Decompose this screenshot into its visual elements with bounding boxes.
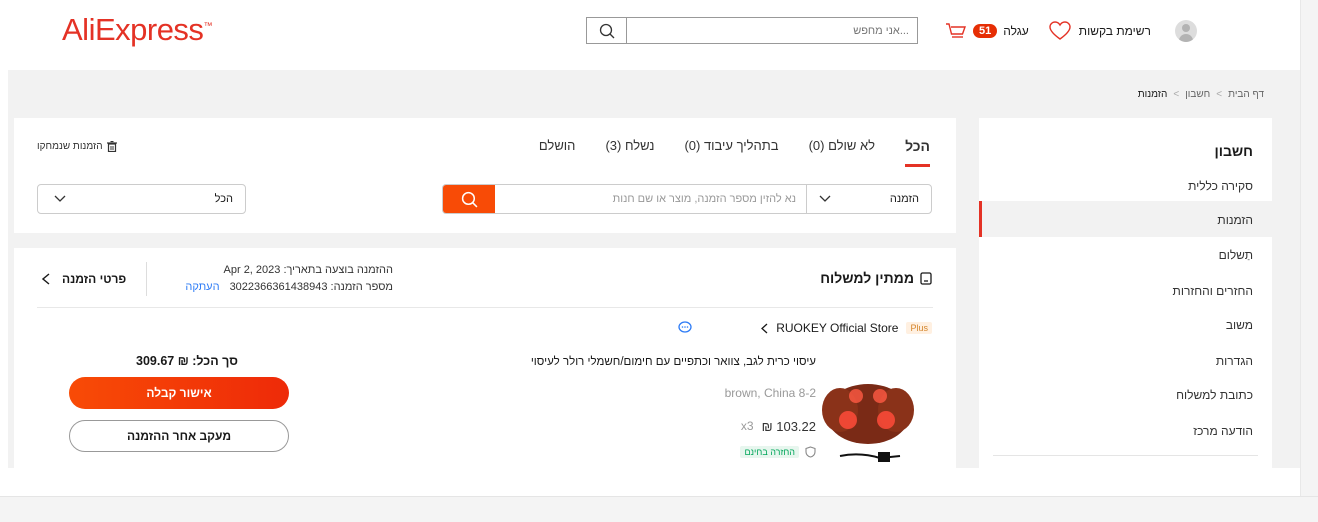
vertical-scrollbar[interactable] <box>1300 0 1318 496</box>
order-search-input[interactable]: נא להזין מספר הזמנה, מוצר או שם חנות <box>495 185 806 213</box>
tab-shipped[interactable]: נשלח (3) <box>605 138 654 154</box>
breadcrumb-separator: > <box>1173 89 1180 100</box>
product-price-row: 103.22 ₪ x3 <box>741 419 816 434</box>
sidebar-item-feedback[interactable]: משוב <box>1226 318 1253 332</box>
top-header: AliExpress™ 51 עגלה רשימת בקשות <box>0 0 1300 70</box>
search-input[interactable] <box>627 18 917 43</box>
sidebar-item-message-center[interactable]: הודעה מרכז <box>1193 424 1253 438</box>
chat-with-store[interactable] <box>678 321 692 337</box>
wishlist-link[interactable]: רשימת בקשות <box>1049 21 1151 41</box>
plus-badge: Plus <box>906 322 932 334</box>
breadcrumb: דף הבית > חשבון > הזמנות <box>1138 89 1264 100</box>
chevron-left-icon <box>42 273 50 285</box>
page: AliExpress™ 51 עגלה רשימת בקשות דף הבית … <box>0 0 1300 522</box>
store-link[interactable]: Plus RUOKEY Official Store <box>761 321 932 335</box>
product-thumbnail[interactable] <box>820 362 916 468</box>
cart-count-badge: 51 <box>973 24 998 38</box>
store-name: RUOKEY Official Store <box>776 321 899 335</box>
copy-order-number-link[interactable]: העתקה <box>185 281 219 293</box>
period-select-value: הכל <box>214 193 233 205</box>
left-edge <box>0 70 8 468</box>
order-search-button[interactable] <box>443 185 495 213</box>
sidebar-item-shipping-address[interactable]: כתובת למשלוח <box>1176 388 1253 402</box>
order-meta: ההזמנה בוצעה בתאריך: Apr 2, 2023 מספר הז… <box>158 262 393 296</box>
free-return: החזרה בחינם <box>740 446 816 458</box>
period-select[interactable]: הכל <box>37 184 246 214</box>
search-icon <box>461 191 477 207</box>
order-details-label: פרטי הזמנה <box>62 272 127 286</box>
confirm-receipt-button[interactable]: אישור קבלה <box>69 377 289 409</box>
trash-icon <box>106 141 117 152</box>
order-date: ההזמנה בוצעה בתאריך: Apr 2, 2023 <box>223 264 393 276</box>
product-price: 103.22 ₪ <box>761 419 816 434</box>
wishlist-label: רשימת בקשות <box>1078 24 1151 38</box>
order-details-link[interactable]: פרטי הזמנה <box>42 272 126 286</box>
sidebar-active-indicator <box>979 201 982 237</box>
package-icon <box>920 271 932 285</box>
tab-unpaid[interactable]: לא שולם (0) <box>809 138 876 154</box>
breadcrumb-separator: > <box>1216 89 1223 100</box>
tab-processing[interactable]: בתהליך עיבוד (0) <box>684 138 778 154</box>
card-divider <box>37 307 933 308</box>
aliexpress-logo[interactable]: AliExpress™ <box>62 12 212 48</box>
order-number: מספר הזמנה: 3022366361438943 <box>229 281 393 293</box>
order-card: ממתין למשלוח ההזמנה בוצעה בתאריך: Apr 2,… <box>14 248 956 468</box>
sidebar-title: חשבון <box>1214 143 1254 159</box>
product-quantity: x3 <box>740 419 754 433</box>
sidebar-item-overview[interactable]: סקירה כללית <box>1188 179 1253 193</box>
order-total: סך הכל: ₪ 309.67 <box>136 354 238 368</box>
breadcrumb-account[interactable]: חשבון <box>1185 89 1210 100</box>
header-actions: 51 עגלה רשימת בקשות <box>945 17 1197 45</box>
breadcrumb-home[interactable]: דף הבית <box>1228 89 1264 100</box>
sidebar-item-settings[interactable]: הגדרות <box>1216 354 1253 368</box>
product-title[interactable]: עיסוי כרית לגב, צוואר וכתפיים עם חימום/ח… <box>531 356 816 368</box>
bottom-strip <box>0 496 1318 522</box>
chevron-down-icon <box>54 195 66 202</box>
user-avatar[interactable] <box>1174 20 1197 42</box>
order-tabs: הכל לא שולם (0) בתהליך עיבוד (0) נשלח (3… <box>539 138 930 167</box>
search-type-value: הזמנה <box>889 193 919 205</box>
deleted-orders-link[interactable]: הזמנות שנמחקו <box>37 141 117 152</box>
chevron-left-icon <box>761 323 768 333</box>
massager-image <box>822 384 914 462</box>
cart-label: עגלה <box>1003 24 1029 38</box>
meta-divider <box>146 262 147 296</box>
order-status: ממתין למשלוח <box>820 270 932 286</box>
search-bar <box>586 17 918 44</box>
order-search-bar: הזמנה נא להזין מספר הזמנה, מוצר או שם חנ… <box>442 184 932 214</box>
deleted-orders-label: הזמנות שנמחקו <box>37 141 103 152</box>
product-variant: brown, China 8-2 <box>724 386 816 400</box>
account-sidebar: חשבון סקירה כללית הזמנות תַשלום החזרים ו… <box>979 118 1272 468</box>
sidebar-item-returns[interactable]: החזרים והחזרות <box>1173 284 1253 298</box>
heart-icon <box>1049 21 1071 40</box>
tab-completed[interactable]: הושלם <box>539 138 576 154</box>
breadcrumb-orders: הזמנות <box>1137 89 1168 100</box>
orders-filter-panel: הכל לא שולם (0) בתהליך עיבוד (0) נשלח (3… <box>14 118 956 233</box>
free-return-tag: החזרה בחינם <box>740 446 799 458</box>
chat-bubble-icon <box>678 321 692 333</box>
order-status-text: ממתין למשלוח <box>820 270 914 286</box>
tab-all[interactable]: הכל <box>905 138 930 167</box>
search-icon <box>599 23 614 38</box>
search-button[interactable] <box>587 18 627 43</box>
shield-icon <box>805 446 816 458</box>
sidebar-item-payment[interactable]: תַשלום <box>1219 248 1253 262</box>
chevron-down-icon <box>819 195 831 202</box>
cart-link[interactable]: 51 עגלה <box>945 22 1029 40</box>
track-order-button[interactable]: מעקב אחר ההזמנה <box>69 420 289 452</box>
sidebar-item-orders[interactable]: הזמנות <box>1217 213 1253 227</box>
search-type-select[interactable]: הזמנה <box>806 185 931 213</box>
cart-icon <box>946 23 966 38</box>
sidebar-divider <box>993 455 1258 456</box>
